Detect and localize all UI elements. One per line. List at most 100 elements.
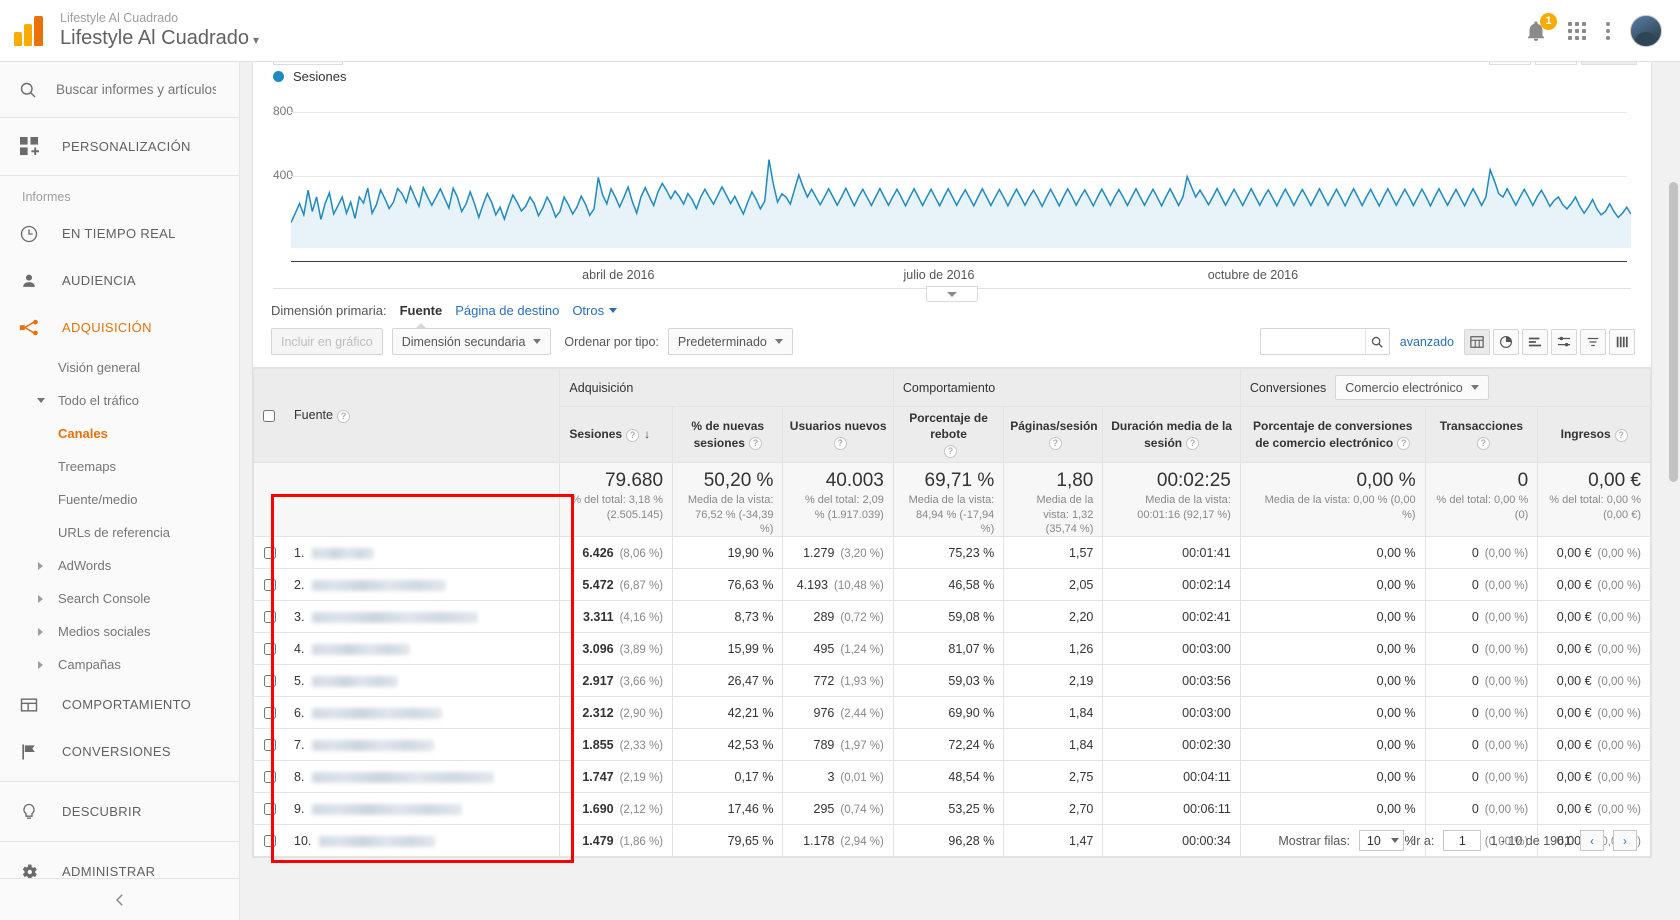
row-checkbox[interactable]	[263, 675, 276, 688]
help-icon[interactable]: ?	[1614, 428, 1628, 442]
sidebar-item-fuente-medio[interactable]: Fuente/medio	[0, 483, 239, 516]
notifications-button[interactable]: 1	[1524, 12, 1557, 43]
row-checkbox[interactable]	[263, 803, 276, 816]
sidebar-item-descubrir[interactable]: DESCUBRIR	[0, 788, 239, 835]
collapse-sidebar-button[interactable]	[0, 878, 239, 920]
select-all-checkbox[interactable]	[263, 410, 275, 423]
row-source-cell[interactable]: 9.	[285, 792, 561, 826]
comparison-view-icon[interactable]	[1551, 328, 1577, 355]
help-icon[interactable]: ?	[1397, 436, 1411, 450]
column-ingresos[interactable]: Ingresos?	[1537, 406, 1651, 463]
row-checkbox-cell[interactable]	[253, 664, 286, 698]
dimension-tab-pagina-de-destino[interactable]: Página de destino	[455, 303, 559, 318]
row-source-cell[interactable]: 5.	[285, 664, 561, 698]
table-row[interactable]: 6. 2.312 (2,90 %) 42,21 % 976 (2,44 %) 69,90 %…	[253, 696, 1651, 730]
secondary-dimension-button[interactable]: Dimensión secundaria	[391, 328, 552, 355]
pivot-view-icon[interactable]	[1609, 328, 1635, 355]
performance-view-icon[interactable]	[1522, 328, 1548, 355]
column-porcentaje-conversiones[interactable]: Porcentaje de conversiones de comercio e…	[1239, 406, 1426, 463]
row-checkbox[interactable]	[263, 579, 276, 592]
row-checkbox-cell[interactable]	[253, 760, 286, 794]
row-checkbox-cell[interactable]	[253, 696, 286, 730]
include-in-chart-button[interactable]: Incluir en gráfico	[271, 328, 383, 355]
help-icon[interactable]: ?	[1476, 436, 1490, 450]
prev-page-button[interactable]: ‹	[1580, 830, 1604, 852]
row-source-cell[interactable]: 6.	[285, 696, 561, 730]
row-source-cell[interactable]: 4.	[285, 632, 561, 666]
page-scrollbar[interactable]	[1666, 62, 1680, 920]
row-checkbox-cell[interactable]	[253, 728, 286, 762]
table-row[interactable]: 5. 2.917 (3,66 %) 26,47 % 772 (1,93 %) 59,03 %…	[253, 664, 1651, 698]
column-porcentaje-rebote[interactable]: Porcentaje de rebote?	[892, 406, 1005, 463]
table-search-input[interactable]	[1260, 329, 1365, 354]
dimension-tab-otros[interactable]: Otros	[572, 303, 618, 318]
row-source-cell[interactable]: 8.	[285, 760, 561, 794]
search-icon[interactable]	[1364, 329, 1389, 354]
table-row[interactable]: 7. 1.855 (2,33 %) 42,53 % 789 (1,97 %) 72,24 %…	[253, 728, 1651, 762]
row-source-cell[interactable]: 2.	[285, 568, 561, 602]
row-source-cell[interactable]: 1.	[285, 536, 561, 570]
table-view-icon[interactable]	[1464, 328, 1490, 355]
conversions-type-select[interactable]: Comercio electrónico	[1335, 375, 1489, 400]
row-source-cell[interactable]: 10.	[285, 824, 561, 858]
terms-view-icon[interactable]	[1580, 328, 1606, 355]
column-transacciones[interactable]: Transacciones?	[1424, 406, 1539, 463]
table-row[interactable]: 9. 1.690 (2,12 %) 17,46 % 295 (0,74 %) 53,25 %…	[253, 792, 1651, 826]
table-row[interactable]: 2. 5.472 (6,87 %) 76,63 % 4.193 (10,48 %) 46,5…	[253, 568, 1651, 602]
row-checkbox-cell[interactable]	[253, 792, 286, 826]
pie-view-icon[interactable]	[1493, 328, 1519, 355]
chart-control-3[interactable]	[1581, 62, 1637, 65]
chart-control-2[interactable]	[1535, 62, 1577, 65]
sidebar-item-audiencia[interactable]: AUDIENCIA	[0, 257, 239, 304]
sidebar-item-vision-general[interactable]: Visión general	[0, 351, 239, 384]
row-checkbox-cell[interactable]	[253, 824, 286, 858]
row-source-cell[interactable]: 7.	[285, 728, 561, 762]
more-options-icon[interactable]	[1606, 21, 1610, 40]
row-checkbox[interactable]	[263, 771, 276, 784]
row-source-cell[interactable]: 3.	[285, 600, 561, 634]
table-row[interactable]: 1. 6.426 (8,06 %) 19,90 % 1.279 (3,20 %) 75,23…	[253, 536, 1651, 570]
chevron-down-icon[interactable]: ▾	[253, 33, 259, 47]
table-search[interactable]	[1259, 328, 1390, 355]
dimension-tab-fuente[interactable]: Fuente	[400, 303, 443, 318]
row-checkbox[interactable]	[263, 739, 276, 752]
help-icon[interactable]: ?	[1048, 436, 1062, 450]
sidebar-item-treemaps[interactable]: Treemaps	[0, 450, 239, 483]
sidebar-search[interactable]	[0, 62, 239, 118]
row-checkbox-cell[interactable]	[253, 536, 286, 570]
goto-page-input[interactable]	[1443, 830, 1482, 852]
search-input[interactable]	[56, 82, 216, 97]
chart-control-1[interactable]	[1489, 62, 1531, 65]
sidebar-item-en-tiempo-real[interactable]: EN TIEMPO REAL	[0, 210, 239, 257]
avatar[interactable]	[1630, 14, 1662, 47]
sidebar-item-campanas[interactable]: Campañas	[0, 648, 239, 681]
sidebar-item-conversiones[interactable]: CONVERSIONES	[0, 728, 239, 775]
advanced-link[interactable]: avanzado	[1400, 335, 1454, 349]
sidebar-item-comportamiento[interactable]: COMPORTAMIENTO	[0, 681, 239, 728]
row-checkbox[interactable]	[263, 611, 276, 624]
table-row[interactable]: 8. 1.747 (2,19 %) 0,17 % 3 (0,01 %) 48,54 % 2,7…	[253, 760, 1651, 794]
sidebar-item-search-console[interactable]: Search Console	[0, 582, 239, 615]
sidebar-item-todo-el-trafico[interactable]: Todo el tráfico	[0, 384, 239, 417]
account-selector[interactable]: Lifestyle Al Cuadrado Lifestyle Al Cuadr…	[60, 11, 259, 50]
row-checkbox-cell[interactable]	[253, 568, 286, 602]
table-row[interactable]: 3. 3.311 (4,16 %) 8,73 % 289 (0,72 %) 59,08 % 2…	[253, 600, 1651, 634]
scrollbar-thumb[interactable]	[1669, 182, 1678, 482]
row-checkbox[interactable]	[263, 547, 276, 560]
row-checkbox[interactable]	[263, 707, 276, 720]
help-icon[interactable]: ?	[748, 436, 762, 450]
column-sesiones[interactable]: Sesiones? ↓	[559, 406, 674, 463]
help-icon[interactable]: ?	[833, 436, 847, 450]
row-checkbox[interactable]	[263, 835, 276, 848]
column-usuarios-nuevos[interactable]: Usuarios nuevos?	[782, 406, 894, 463]
dimension-header[interactable]: Fuente?	[285, 368, 561, 463]
sidebar-item-medios-sociales[interactable]: Medios sociales	[0, 615, 239, 648]
sidebar-item-canales[interactable]: Canales	[0, 417, 239, 450]
help-icon[interactable]: ?	[336, 409, 350, 423]
column-duracion-media[interactable]: Duración media de la sesión?	[1102, 406, 1241, 463]
row-checkbox-cell[interactable]	[253, 632, 286, 666]
sidebar-item-personalizacion[interactable]: PERSONALIZACIÓN	[0, 118, 239, 176]
help-icon[interactable]: ?	[1186, 436, 1200, 450]
sidebar-item-adquisicion[interactable]: ADQUISICIÓN	[0, 304, 239, 351]
column-paginas-sesion[interactable]: Páginas/sesión?	[1003, 406, 1104, 463]
